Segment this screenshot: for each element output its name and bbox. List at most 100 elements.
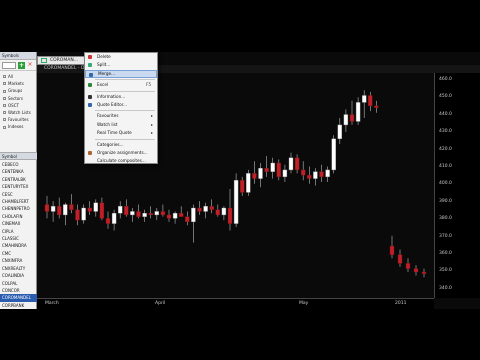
tree-item-all[interactable]: All <box>3 73 36 80</box>
candle-body <box>374 105 379 108</box>
candle-body <box>368 95 373 107</box>
candle-body <box>154 211 160 216</box>
menu-item-favourites[interactable]: Favourites ▸ <box>85 112 157 120</box>
chart-icon <box>41 58 47 63</box>
tree-item-markets[interactable]: Markets <box>3 80 36 87</box>
candle-body <box>301 169 306 176</box>
symbol-list-item[interactable]: CENTENKA <box>0 168 37 175</box>
symbols-panel-title: Symbols <box>0 52 36 60</box>
symbol-list-item[interactable]: CNXREALTY <box>0 265 37 272</box>
menu-item-categories[interactable]: Categories... <box>85 141 157 149</box>
symbol-list-item[interactable]: CHAMBLFERT <box>0 198 37 205</box>
add-icon[interactable]: + <box>18 61 25 69</box>
menu-item-quote-editor[interactable]: Quote Editor... <box>85 101 157 109</box>
tree-item-favourites[interactable]: Favourites <box>3 116 36 123</box>
symbols-toolbar: + × <box>0 60 36 71</box>
candle-body <box>331 138 336 171</box>
expander-icon[interactable] <box>3 89 6 93</box>
menu-separator <box>95 79 155 81</box>
tree-item-sectors[interactable]: Sectors <box>3 95 36 102</box>
candle-body <box>282 169 288 178</box>
x-tick-label: March <box>45 301 59 306</box>
menu-item-label: Favourites <box>97 113 119 119</box>
candle-body <box>413 268 419 273</box>
symbol-list-item[interactable]: CIPLA <box>0 228 37 235</box>
symbol-list-item[interactable]: COROMANDEL <box>0 294 37 302</box>
candle-body <box>270 162 275 172</box>
expander-icon[interactable] <box>3 111 6 115</box>
expander-icon[interactable] <box>3 96 6 100</box>
symbol-list-item[interactable]: CNXINFRA <box>0 257 37 264</box>
symbol-list-item[interactable]: CMAHINDRA <box>0 242 37 249</box>
candle-body <box>75 209 80 221</box>
expander-icon[interactable] <box>3 82 6 86</box>
symbol-list-item[interactable]: CESC <box>0 191 37 198</box>
symbol-list-item[interactable]: CHOLAFIN <box>0 213 37 220</box>
menu-item-label: Real Time Quote <box>97 130 132 136</box>
y-tick-label: 400.0 <box>439 181 452 187</box>
symbol-list-item[interactable]: CEBECO <box>0 161 37 168</box>
tree-item-indexes[interactable]: Indexes <box>3 123 36 130</box>
candle-body <box>166 214 172 219</box>
candle-body <box>160 211 166 216</box>
expander-icon[interactable] <box>3 118 6 122</box>
symbol-list-item[interactable]: CMC <box>0 250 37 257</box>
symbol-list-item[interactable]: CHENNPETRO <box>0 205 37 212</box>
tree-item-osct[interactable]: OSCT <box>3 102 36 109</box>
menu-item-organize-assignments[interactable]: Organize assignments... <box>85 149 157 157</box>
menu-item-information[interactable]: Information... <box>85 93 157 101</box>
candle-body <box>50 206 56 212</box>
menu-item-calculate-composites[interactable]: Calculate composites... <box>85 157 157 165</box>
expander-icon[interactable] <box>3 103 6 107</box>
candle-body <box>221 207 227 216</box>
menu-item-split[interactable]: Split... <box>85 61 157 69</box>
candle-body <box>130 211 135 216</box>
merge-icon <box>89 72 93 77</box>
candle-body <box>57 206 62 216</box>
y-tick-label: 380.0 <box>439 216 452 222</box>
symbol-list-item[interactable]: CORPBANK <box>0 302 37 309</box>
submenu-arrow-icon: ▸ <box>150 130 153 136</box>
symbol-list-item[interactable]: CLASSIC <box>0 235 37 242</box>
remove-icon[interactable]: × <box>27 62 33 68</box>
menu-item-label: Watch list <box>97 121 118 127</box>
menu-item-delete[interactable]: Delete <box>85 53 157 61</box>
menu-item-watch-list[interactable]: Watch list ▸ <box>85 121 157 129</box>
x-tick-label: May <box>299 301 309 306</box>
symbol-list-item[interactable]: CENTURYTEX <box>0 183 37 190</box>
menu-item-merge[interactable]: Merge... <box>85 69 157 79</box>
menu-item-label: Information... <box>97 93 126 99</box>
expander-icon[interactable] <box>3 75 6 79</box>
tree-item-watch-lists[interactable]: Watch Lists <box>3 109 36 116</box>
tree-item-groups[interactable]: Groups <box>3 87 36 94</box>
candle-body <box>63 204 68 216</box>
symbol-list-item[interactable]: CENTRALBK <box>0 176 37 183</box>
candle-body <box>203 206 208 212</box>
expander-icon[interactable] <box>3 125 6 129</box>
candle-body <box>239 180 245 193</box>
menu-item-label: Organize assignments... <box>97 149 148 155</box>
excel-icon <box>88 83 92 88</box>
candle-body <box>148 212 153 216</box>
quote-editor-icon <box>88 102 92 107</box>
symbol-list-item[interactable]: CONCOR <box>0 287 37 294</box>
y-tick-label: 360.0 <box>439 251 452 256</box>
chart-tab[interactable]: COROMAN... <box>37 56 89 65</box>
candle-body <box>294 157 300 171</box>
symbol-list-item[interactable]: COALINDIA <box>0 272 37 279</box>
candle-body <box>105 218 111 224</box>
delete-icon <box>88 55 92 59</box>
symbol-list-item[interactable]: COLPAL <box>0 280 37 287</box>
y-tick-label: 350.0 <box>439 268 452 274</box>
symbol-filter-box[interactable] <box>2 61 16 69</box>
candle-body <box>185 216 190 223</box>
symbol-list-item[interactable]: CINEMAX <box>0 220 37 227</box>
application-screen: Symbols + × All Markets Groups Sectors O… <box>0 52 480 309</box>
letterbox-bottom <box>0 309 480 360</box>
menu-item-excel[interactable]: Excel F5 <box>85 81 157 89</box>
menu-item-real-time-quote[interactable]: Real Time Quote ▸ <box>85 129 157 137</box>
candle-body <box>288 157 294 171</box>
symbol-tree: All Markets Groups Sectors OSCT Watch Li… <box>0 71 36 131</box>
candle-body <box>124 206 129 216</box>
symbol-column-header[interactable]: Symbol <box>0 152 37 160</box>
